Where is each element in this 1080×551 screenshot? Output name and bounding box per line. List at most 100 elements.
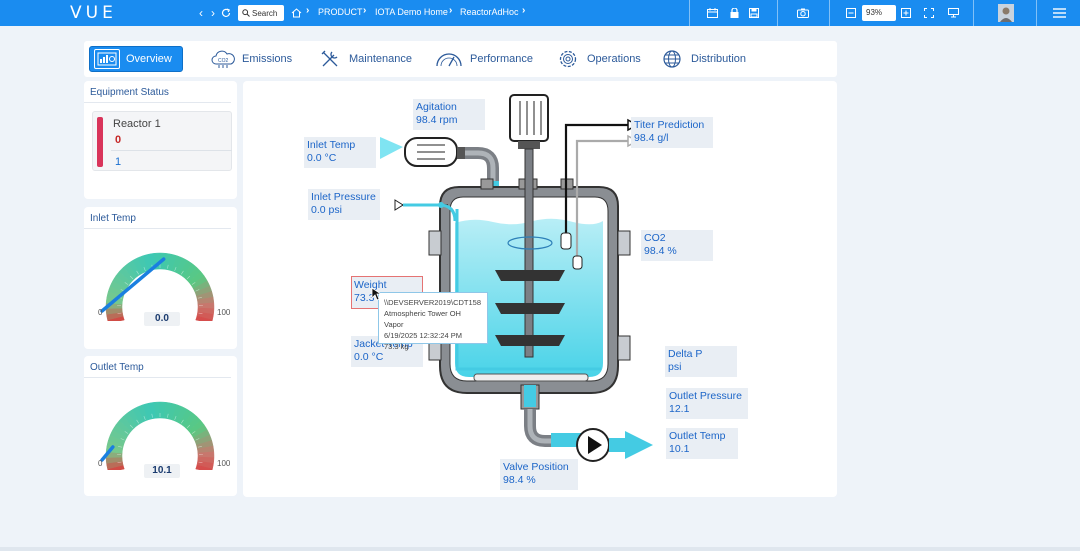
value: 98.4 %	[503, 474, 536, 486]
app-logo: VUE	[70, 3, 117, 23]
value: 98.4 %	[644, 245, 677, 257]
inlet-temp-panel: Inlet Temp 0 100 0.0	[84, 207, 237, 349]
calendar-icon[interactable]	[704, 0, 720, 26]
refresh-icon[interactable]	[219, 0, 233, 26]
tab-operations-label: Operations	[587, 53, 641, 65]
co2-readout[interactable]: CO2 98.4 %	[641, 230, 713, 261]
value: 10.1	[669, 443, 690, 455]
tab-distribution[interactable]: Distribution	[659, 46, 746, 72]
value: psi	[668, 361, 682, 373]
home-icon[interactable]	[289, 0, 303, 26]
equipment-status-panel: Equipment Status Reactor 1 0 1	[84, 81, 237, 199]
gauge-min: 0	[98, 459, 103, 468]
tab-maintenance-label: Maintenance	[349, 53, 412, 65]
tag-tooltip: \\DEVSERVER2019\CDT158 Atmospheric Tower…	[378, 292, 488, 351]
tools-icon	[317, 49, 343, 69]
mouse-cursor-icon	[371, 287, 381, 301]
zoom-level-input[interactable]: 93%	[862, 5, 896, 21]
value: 0.0 °C	[354, 351, 384, 363]
lock-icon[interactable]	[726, 0, 742, 26]
search-icon	[242, 9, 250, 17]
svg-text:CO2: CO2	[218, 58, 229, 64]
co2-cloud-icon: CO2	[210, 49, 236, 69]
toolbar-divider	[973, 0, 974, 26]
fit-screen-icon[interactable]	[922, 0, 936, 26]
titer-prediction-readout[interactable]: Titer Prediction 98.4 g/l	[631, 117, 713, 148]
tab-maintenance[interactable]: Maintenance	[317, 46, 412, 72]
top-bar: VUE ‹ › Search › PRODUCT › IOTA Demo Hom…	[0, 0, 1080, 26]
inlet-arrow-icon	[380, 137, 403, 159]
breadcrumb-separator-icon: ›	[306, 5, 310, 16]
user-avatar[interactable]	[997, 0, 1015, 26]
label: Inlet Pressure	[311, 191, 376, 203]
valve-position-readout[interactable]: Valve Position 98.4 %	[500, 459, 578, 490]
impeller	[495, 335, 565, 346]
label: CO2	[644, 232, 666, 244]
search-button[interactable]: Search	[238, 5, 284, 21]
outlet-temp-readout[interactable]: Outlet Temp 10.1	[666, 428, 738, 459]
tooltip-tag-path: \\DEVSERVER2019\CDT158	[384, 298, 481, 307]
breadcrumb-separator-icon: ›	[363, 5, 367, 16]
search-label: Search	[252, 8, 278, 18]
tooltip-value: 73.3 kg	[384, 342, 409, 351]
tab-overview[interactable]: Overview	[89, 46, 183, 72]
divider	[111, 150, 232, 151]
tooltip-description: Atmospheric Tower OH Vapor	[384, 309, 461, 329]
inlet-temp-readout[interactable]: Inlet Temp 0.0 °C	[304, 137, 376, 168]
status-bar	[97, 117, 103, 167]
tooltip-timestamp: 6/19/2025 12:32:24 PM	[384, 331, 462, 340]
toolbar-divider	[777, 0, 778, 26]
label: Agitation	[416, 101, 457, 113]
value: 0.0 °C	[307, 152, 337, 164]
tab-distribution-label: Distribution	[691, 53, 747, 65]
gauge-max: 100	[217, 308, 231, 317]
impeller	[495, 270, 565, 281]
tab-performance-label: Performance	[470, 53, 533, 65]
gauge-value: 0.0	[144, 312, 180, 326]
breadcrumb-demo-home[interactable]: IOTA Demo Home	[375, 7, 448, 17]
inlet-pressure-readout[interactable]: Inlet Pressure 0.0 psi	[308, 189, 380, 220]
overview-icon	[94, 49, 120, 69]
label: Outlet Temp	[669, 430, 726, 442]
display-icon[interactable]	[946, 0, 960, 26]
speedometer-icon	[434, 49, 464, 69]
camera-icon[interactable]	[794, 0, 812, 26]
delta-p-readout[interactable]: Delta P psi	[665, 346, 737, 377]
gauge-max: 100	[217, 459, 231, 468]
save-icon[interactable]	[746, 0, 762, 26]
value: 98.4 rpm	[416, 114, 458, 126]
impeller	[495, 303, 565, 314]
outlet-pressure-readout[interactable]: Outlet Pressure 12.1	[666, 388, 748, 419]
back-icon[interactable]: ‹	[195, 0, 207, 26]
panel-title: Inlet Temp	[84, 207, 231, 229]
zoom-out-icon[interactable]	[844, 0, 858, 26]
gauge-value: 10.1	[144, 464, 180, 478]
zoom-in-icon[interactable]	[899, 0, 913, 26]
tab-emissions[interactable]: CO2 Emissions	[210, 46, 292, 72]
outlet-temp-panel: Outlet Temp 0 100 10.1	[84, 356, 237, 496]
toolbar-divider	[829, 0, 830, 26]
equipment-card[interactable]: Reactor 1 0 1	[92, 111, 232, 171]
agitator-motor	[509, 94, 549, 142]
panel-title: Outlet Temp	[84, 356, 231, 378]
tab-operations[interactable]: Operations	[555, 46, 641, 72]
toolbar-divider	[1036, 0, 1037, 26]
footer-strip	[0, 547, 1080, 551]
equipment-value-secondary: 1	[115, 156, 122, 168]
outlet-temp-gauge	[100, 401, 215, 470]
panel-title: Equipment Status	[84, 81, 231, 103]
value: 12.1	[669, 403, 690, 415]
toolbar-divider	[689, 0, 690, 26]
breadcrumb-product[interactable]: PRODUCT	[318, 7, 363, 17]
forward-icon[interactable]: ›	[207, 0, 219, 26]
tab-performance[interactable]: Performance	[434, 46, 533, 72]
menu-icon[interactable]	[1050, 0, 1068, 26]
label: Valve Position	[503, 461, 569, 473]
value: 0.0 psi	[311, 204, 342, 216]
breadcrumb-reactor[interactable]: ReactorAdHoc	[460, 7, 519, 17]
gauge-min: 0	[98, 308, 103, 317]
gear-icon	[555, 49, 581, 69]
breadcrumb-separator-icon: ›	[522, 5, 526, 16]
globe-icon	[659, 49, 685, 69]
agitation-readout[interactable]: Agitation 98.4 rpm	[413, 99, 485, 130]
